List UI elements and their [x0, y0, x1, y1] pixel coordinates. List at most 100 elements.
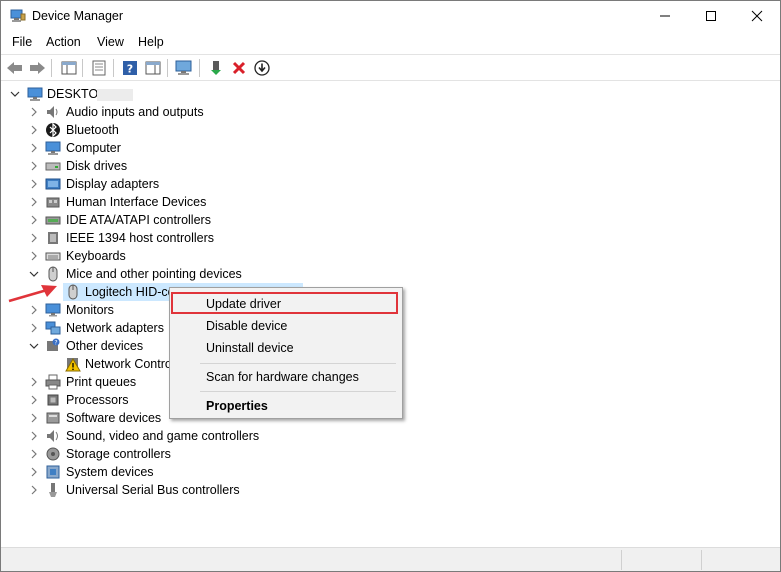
- printer-icon: [45, 374, 61, 390]
- tree-category-row[interactable]: Sound, video and game controllers: [1, 427, 780, 445]
- status-bar: [1, 547, 780, 571]
- menu-view[interactable]: View: [97, 35, 124, 49]
- tree-category-label: Network adapters: [66, 321, 164, 335]
- hid-icon: [46, 197, 60, 208]
- help-icon: ?: [123, 61, 137, 76]
- tree-category-row[interactable]: Mice and other pointing devices: [1, 265, 780, 283]
- maximize-button[interactable]: [688, 1, 734, 31]
- tree-category-label: Audio inputs and outputs: [66, 105, 204, 119]
- chevron-right-icon[interactable]: [28, 178, 40, 190]
- chevron-down-icon[interactable]: [9, 88, 21, 100]
- tree-category-row[interactable]: Computer: [1, 139, 780, 157]
- update-driver-icon: [254, 60, 270, 76]
- other-devices-icon: ?: [47, 338, 60, 351]
- back-button[interactable]: [5, 58, 25, 78]
- forward-button[interactable]: [27, 58, 47, 78]
- chevron-right-icon[interactable]: [28, 196, 40, 208]
- keyboard-icon: [45, 252, 61, 261]
- show-hide-tree-button[interactable]: [59, 58, 79, 78]
- tree-category-row[interactable]: System devices: [1, 463, 780, 481]
- chevron-right-icon[interactable]: [28, 304, 40, 316]
- uninstall-button[interactable]: [229, 58, 249, 78]
- tree-category-label: Monitors: [66, 303, 114, 317]
- svg-text:?: ?: [54, 340, 57, 347]
- ctx-scan-hardware[interactable]: Scan for hardware changes: [206, 370, 359, 384]
- close-button[interactable]: [734, 1, 780, 31]
- computer-icon: [27, 87, 43, 101]
- update-driver-button[interactable]: [252, 58, 272, 78]
- chevron-right-icon[interactable]: [28, 142, 40, 154]
- system-device-icon: [46, 465, 60, 479]
- chevron-right-icon[interactable]: [28, 232, 40, 244]
- menu-file[interactable]: File: [12, 35, 32, 49]
- tree-category-row[interactable]: Human Interface Devices: [1, 193, 780, 211]
- tree-device-label: Network Contro: [85, 357, 172, 371]
- properties-button[interactable]: [89, 58, 109, 78]
- tree-category-label: Software devices: [66, 411, 162, 425]
- usb-icon: [49, 483, 57, 497]
- chevron-right-icon[interactable]: [28, 106, 40, 118]
- uninstall-icon: [232, 61, 246, 75]
- ctx-update-driver[interactable]: Update driver: [206, 297, 281, 311]
- processor-icon: [47, 394, 59, 406]
- tree-category-label: Universal Serial Bus controllers: [66, 483, 240, 497]
- red-arrow-annotation: [8, 285, 57, 303]
- chevron-right-icon[interactable]: [28, 466, 40, 478]
- tree-category-row[interactable]: Disk drives: [1, 157, 780, 175]
- tree-category-label: Disk drives: [66, 159, 128, 173]
- chevron-right-icon[interactable]: [28, 250, 40, 262]
- tree-category-label: Sound, video and game controllers: [66, 429, 260, 443]
- chevron-right-icon[interactable]: [28, 484, 40, 496]
- minimize-button[interactable]: [642, 1, 688, 31]
- chevron-right-icon[interactable]: [28, 160, 40, 172]
- menu-bar: File Action View Help: [1, 31, 780, 53]
- tree-category-row[interactable]: Display adapters: [1, 175, 780, 193]
- tree-category-row[interactable]: IDE ATA/ATAPI controllers: [1, 211, 780, 229]
- chevron-down-icon[interactable]: [28, 340, 40, 352]
- back-arrow-icon: [7, 62, 22, 74]
- tree-root-row[interactable]: DESKTOP: [1, 85, 780, 103]
- minimize-icon: [660, 15, 670, 17]
- tree-category-label: Mice and other pointing devices: [66, 267, 242, 281]
- chevron-right-icon[interactable]: [28, 394, 40, 406]
- tree-category-row[interactable]: Keyboards: [1, 247, 780, 265]
- tree-category-label: Bluetooth: [66, 123, 119, 137]
- chevron-right-icon[interactable]: [28, 376, 40, 388]
- chevron-right-icon[interactable]: [28, 448, 40, 460]
- menu-help[interactable]: Help: [138, 35, 164, 49]
- chevron-right-icon[interactable]: [28, 124, 40, 136]
- tree-category-label: Processors: [66, 393, 129, 407]
- tree-category-label: IEEE 1394 host controllers: [66, 231, 214, 245]
- network-adapter-icon: [45, 321, 61, 335]
- tree-category-row[interactable]: Audio inputs and outputs: [1, 103, 780, 121]
- context-menu: Update driver Disable device Uninstall d…: [169, 287, 403, 419]
- ieee1394-icon: [48, 232, 58, 244]
- tree-category-row[interactable]: Universal Serial Bus controllers: [1, 481, 780, 499]
- ctx-disable-device[interactable]: Disable device: [206, 319, 287, 333]
- enable-device-icon: [211, 61, 221, 75]
- chevron-right-icon[interactable]: [28, 430, 40, 442]
- bluetooth-icon: [46, 122, 60, 138]
- tree-category-label: Computer: [66, 141, 121, 155]
- device-manager-window: Device Manager File Action View Help ? D…: [0, 0, 781, 572]
- tree-category-row[interactable]: Storage controllers: [1, 445, 780, 463]
- ctx-properties[interactable]: Properties: [206, 399, 268, 413]
- action-pane-button[interactable]: [143, 58, 163, 78]
- title-bar[interactable]: Device Manager: [1, 1, 780, 31]
- properties-icon: [92, 60, 106, 76]
- help-button[interactable]: ?: [120, 58, 140, 78]
- tree-category-label: Print queues: [66, 375, 137, 389]
- ctx-uninstall-device[interactable]: Uninstall device: [206, 341, 294, 355]
- chevron-right-icon[interactable]: [28, 322, 40, 334]
- chevron-down-icon[interactable]: [28, 268, 40, 280]
- tree-category-row[interactable]: Bluetooth: [1, 121, 780, 139]
- enable-device-button[interactable]: [206, 58, 226, 78]
- storage-controller-icon: [46, 447, 60, 461]
- menu-action[interactable]: Action: [46, 35, 81, 49]
- show-hide-tree-icon: [61, 61, 77, 75]
- chevron-right-icon[interactable]: [28, 412, 40, 424]
- tree-category-row[interactable]: IEEE 1394 host controllers: [1, 229, 780, 247]
- chevron-right-icon[interactable]: [28, 214, 40, 226]
- scan-hardware-button[interactable]: [174, 58, 194, 78]
- tree-category-label: Human Interface Devices: [66, 195, 207, 209]
